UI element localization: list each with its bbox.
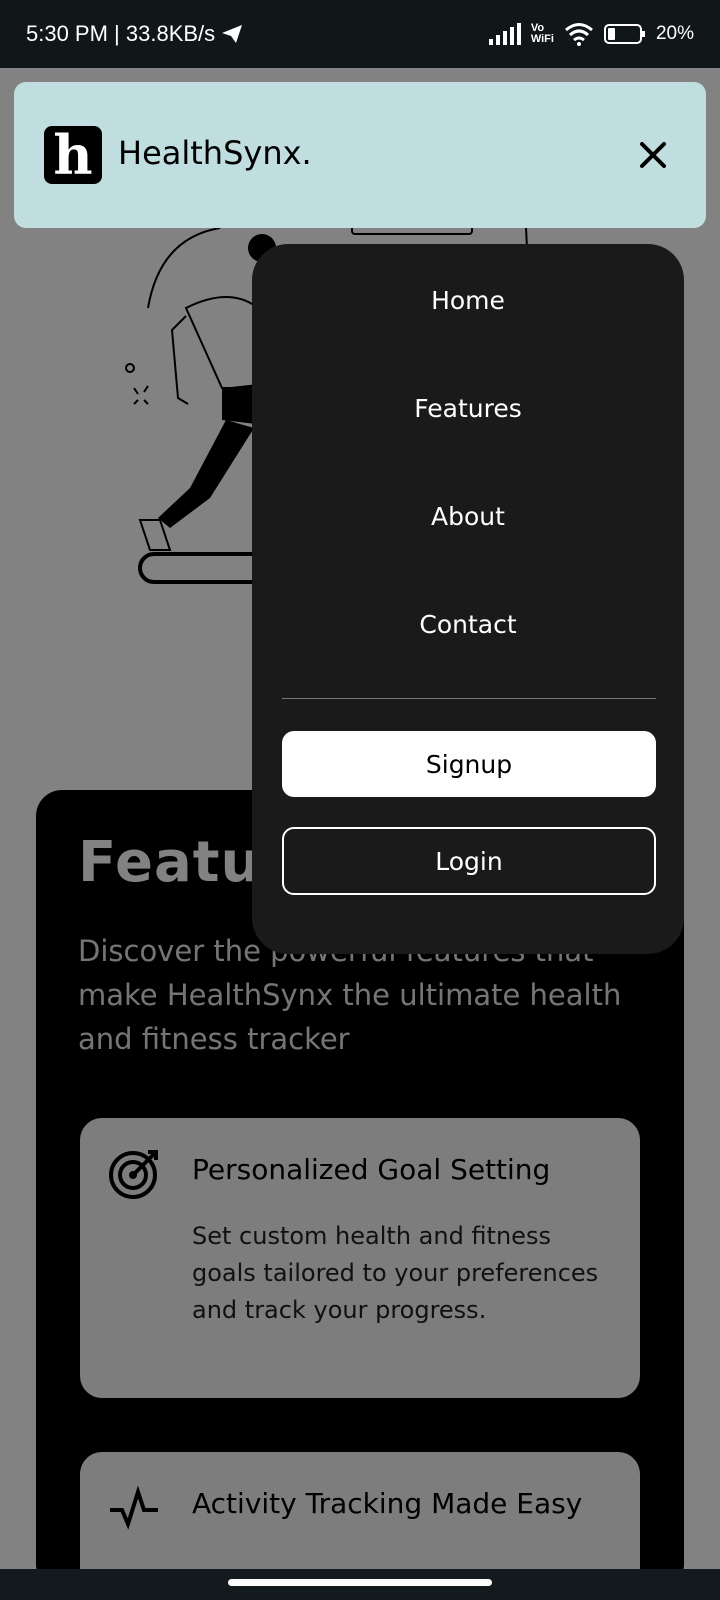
menu-item-contact[interactable]: Contact (252, 610, 684, 639)
signup-button[interactable]: Signup (282, 731, 656, 797)
menu-divider (282, 698, 656, 699)
site-header: h HealthSynx. (14, 82, 706, 228)
home-gesture-handle[interactable] (228, 1579, 492, 1586)
menu-item-home[interactable]: Home (252, 286, 684, 315)
vowifi-label: Vo WiFi (530, 22, 554, 45)
nav-menu: Home Features About Contact Signup Login (252, 244, 684, 954)
menu-item-about[interactable]: About (252, 502, 684, 531)
status-bar: 5:30 PM | 33.8KB/s Vo WiFi 20% (0, 0, 720, 68)
logo[interactable]: h (44, 126, 102, 184)
status-time: 5:30 PM | 33.8KB/s (26, 21, 216, 46)
battery-icon (603, 24, 645, 44)
wifi-icon (565, 23, 593, 46)
menu-item-features[interactable]: Features (252, 394, 684, 423)
signal-icon (488, 23, 521, 45)
close-icon (640, 142, 666, 168)
system-nav-bar (0, 1569, 720, 1600)
login-button[interactable]: Login (282, 827, 656, 895)
battery-percent: 20% (655, 23, 694, 44)
telegram-icon (222, 25, 243, 43)
close-menu-button[interactable] (630, 132, 676, 178)
brand-name[interactable]: HealthSynx. (118, 134, 312, 172)
